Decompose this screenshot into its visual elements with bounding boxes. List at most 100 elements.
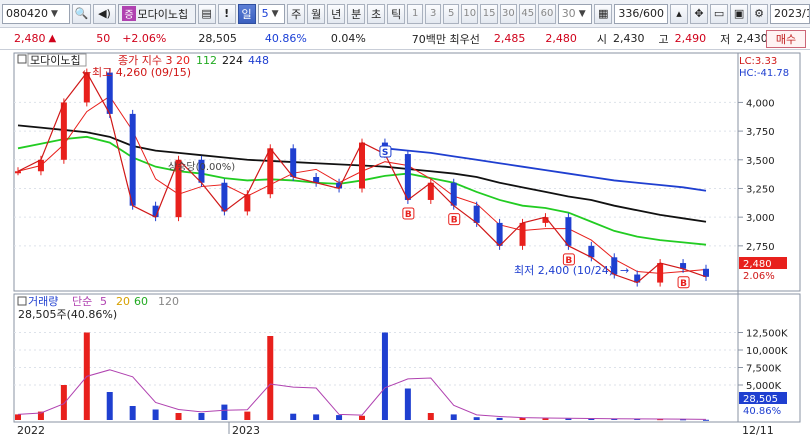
interval-3-button[interactable]: 3 <box>425 3 442 24</box>
period-monthly-button[interactable]: 월 <box>307 3 326 24</box>
crosshair-button[interactable]: ✥ <box>690 3 709 24</box>
interval-5-button[interactable]: 5 <box>443 3 460 24</box>
high-price: 2,490 <box>674 32 707 45</box>
volume-bar <box>60 385 67 420</box>
period-value-select[interactable]: 5 ▼ <box>257 3 286 24</box>
price-tick-label: 3,000 <box>746 213 775 224</box>
volume-bar <box>198 413 205 420</box>
volume-tick-label: 10,000K <box>746 346 788 357</box>
period-second-button[interactable]: 초 <box>367 3 386 24</box>
spinner-icon: ▴ <box>676 7 682 20</box>
high-annotation-arrow: ← <box>82 66 91 79</box>
price-tick-label: 3,250 <box>746 184 775 195</box>
chart-area[interactable]: SBBBB 모다이노칩 종가 지수 3 20 112 224 448 ← 최고 … <box>0 50 810 444</box>
legend-ma-224: 224 <box>222 54 243 67</box>
search-button[interactable]: 🔍 <box>72 3 91 24</box>
trade-marker-label: S <box>382 148 388 158</box>
stock-code-value: 080420 <box>6 7 48 20</box>
open-label: 시 <box>596 32 607 46</box>
interval-15-button[interactable]: 15 <box>480 3 498 24</box>
interval-30-button[interactable]: 30 <box>499 3 518 24</box>
settings-button[interactable]: ⚙ <box>750 3 769 24</box>
count-value: 336/600 <box>618 7 665 20</box>
buy-button[interactable]: 매수 <box>766 30 806 48</box>
price-change-pct: +2.06% <box>122 32 167 45</box>
date-value: 2023/1 <box>774 7 810 20</box>
legend-ma-448: 448 <box>248 54 269 67</box>
current-price: 2,480 <box>14 32 46 45</box>
copy-icon: ▤ <box>201 7 212 20</box>
legend-ma-112: 112 <box>196 54 217 67</box>
date-field[interactable]: 2023/1 <box>770 3 810 24</box>
alert-button[interactable]: ! <box>217 3 236 24</box>
save-button[interactable]: ▣ <box>730 3 749 24</box>
interval-60-button[interactable]: 60 <box>538 3 556 24</box>
price-tag: 2,480 <box>743 259 772 270</box>
screen-button[interactable]: ▭ <box>710 3 729 24</box>
candle-body <box>221 182 228 212</box>
volume-ma-20: 20 <box>116 295 130 308</box>
interval-1-button[interactable]: 1 <box>407 3 424 24</box>
candle-body <box>244 194 251 212</box>
volume-bar <box>106 392 113 420</box>
chevron-down-icon: ▼ <box>271 8 279 19</box>
trade-marker-label: B <box>405 210 412 220</box>
legend-stock-name: 모다이노칩 <box>30 54 81 67</box>
volume-bar <box>267 336 274 420</box>
low-annotation: 최저 2,400 (10/24) <box>514 264 613 277</box>
chart-toolbar: 080420 ▼ 🔍 ◀) 증 모다이노칩 ▤ ! 일 5 ▼ 주 월 년 분 … <box>0 0 810 28</box>
interval-select-value: 30 <box>561 7 576 20</box>
candle-body <box>519 222 526 246</box>
volume-value: 28,505 <box>198 32 237 45</box>
chart-svg[interactable]: SBBBB 모다이노칩 종가 지수 3 20 112 224 448 ← 최고 … <box>0 50 810 444</box>
candle-body <box>565 217 572 246</box>
volume-bar <box>15 414 21 420</box>
speaker-icon: ◀) <box>98 7 111 20</box>
copy-button[interactable]: ▤ <box>197 3 216 24</box>
volume-bar <box>473 417 480 420</box>
period-yearly-button[interactable]: 년 <box>327 3 346 24</box>
period-daily-button[interactable]: 일 <box>237 3 256 24</box>
candle-body <box>473 205 480 223</box>
volume-bar <box>221 404 228 420</box>
x-label-last: 12/11 <box>742 424 774 437</box>
turnover-pct: 40.86% <box>264 32 307 45</box>
interval-45-button[interactable]: 45 <box>519 3 537 24</box>
period-value: 5 <box>261 7 269 20</box>
volume-bar <box>336 415 343 420</box>
stock-code-input[interactable]: 080420 ▼ <box>2 3 71 24</box>
price-tick-label: 3,500 <box>746 156 775 167</box>
period-tick-button[interactable]: 틱 <box>387 3 406 24</box>
candle-body <box>15 171 21 174</box>
sound-button[interactable]: ◀) <box>92 3 117 24</box>
period-minute-button[interactable]: 분 <box>347 3 366 24</box>
interval-select[interactable]: 30 ▼ <box>557 3 593 24</box>
stock-name-field[interactable]: 증 모다이노칩 <box>118 3 196 24</box>
search-icon: 🔍 <box>74 7 89 20</box>
history-button[interactable]: ▦ <box>594 3 613 24</box>
volume-bar <box>703 419 709 421</box>
bid-price-2: 2,480 <box>545 32 577 45</box>
candle-body <box>657 263 664 283</box>
mid-annotation: 상승당(0.00%) <box>168 161 235 173</box>
x-label-2023: 2023 <box>232 424 260 437</box>
count-field[interactable]: 336/600 <box>614 3 669 24</box>
spinner-button[interactable]: ▴ <box>670 3 689 24</box>
trade-marker-label: B <box>451 216 458 226</box>
volume-bar <box>359 415 365 420</box>
volume-bar <box>313 414 320 420</box>
volume-sub-label: 28,505주(40.86%) <box>18 308 117 321</box>
low-label: 저 <box>720 32 731 46</box>
price-tick-label: 4,000 <box>746 98 775 109</box>
volume-bar <box>427 413 434 420</box>
low-price: 2,430 <box>736 32 768 45</box>
chevron-down-icon: ▼ <box>578 8 586 19</box>
volume-bar <box>519 417 526 420</box>
period-weekly-button[interactable]: 주 <box>287 3 306 24</box>
interval-10-button[interactable]: 10 <box>461 3 479 24</box>
volume-pct-tag: 40.86% <box>743 406 781 417</box>
volume-tick-label: 12,500K <box>746 329 788 340</box>
volume-bar <box>565 418 572 420</box>
volume-bar <box>290 413 297 420</box>
save-icon: ▣ <box>733 7 745 20</box>
